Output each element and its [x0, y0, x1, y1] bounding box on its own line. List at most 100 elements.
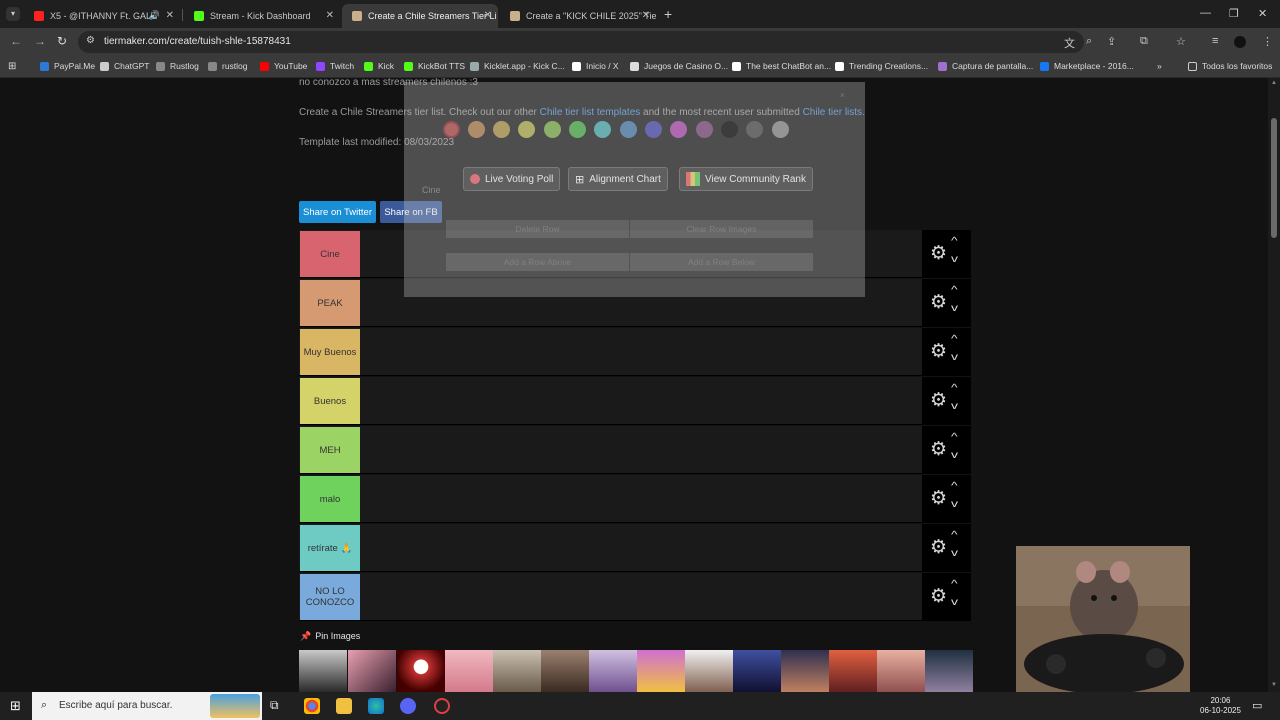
- bookmark-twitch[interactable]: Twitch: [316, 61, 354, 71]
- bookmarks-overflow-icon[interactable]: »: [1157, 61, 1162, 71]
- zoom-icon[interactable]: ⌕: [1086, 35, 1092, 48]
- apps-icon[interactable]: ⊞: [8, 61, 16, 72]
- chevron-down-icon[interactable]: v: [951, 450, 958, 461]
- row-name-textarea[interactable]: [444, 168, 842, 206]
- bookmark-chatbot[interactable]: The best ChatBot an...: [732, 61, 831, 71]
- color-swatch[interactable]: [645, 121, 662, 138]
- scrollbar-thumb[interactable]: [1271, 118, 1277, 238]
- bookmark-star-icon[interactable]: ☆: [1176, 35, 1186, 48]
- gear-icon[interactable]: ⚙: [930, 487, 947, 510]
- bookmark-trending[interactable]: Trending Creations...: [835, 61, 928, 71]
- close-icon[interactable]: ×: [840, 90, 845, 100]
- color-swatch[interactable]: [443, 121, 460, 138]
- translate-icon[interactable]: 文: [1064, 35, 1075, 51]
- chrome-icon[interactable]: [304, 698, 320, 714]
- bookmark-paypal[interactable]: PayPal.Me: [40, 61, 95, 71]
- color-swatch[interactable]: [696, 121, 713, 138]
- color-swatch[interactable]: [569, 121, 586, 138]
- new-tab-icon[interactable]: +: [664, 6, 672, 22]
- bookmark-chatgpt[interactable]: ChatGPT: [100, 61, 149, 71]
- bookmark-rustlog[interactable]: Rustlog: [156, 61, 199, 71]
- streamer-image[interactable]: [829, 650, 877, 692]
- system-clock[interactable]: 20:06 06-10-2025: [1200, 696, 1241, 716]
- streamer-image[interactable]: [348, 650, 396, 692]
- close-icon[interactable]: ✕: [326, 10, 334, 21]
- file-explorer-icon[interactable]: [336, 698, 352, 714]
- address-bar[interactable]: ⚙ tiermaker.com/create/tuish-shle-158784…: [78, 31, 1084, 53]
- streamer-image[interactable]: [685, 650, 733, 692]
- chevron-up-icon[interactable]: ^: [951, 285, 958, 296]
- taskbar-search[interactable]: ⌕ Escribe aquí para buscar.: [32, 692, 262, 720]
- pin-images-toggle[interactable]: 📌 Pin Images: [300, 631, 360, 642]
- forward-icon[interactable]: →: [34, 34, 46, 48]
- close-icon[interactable]: ✕: [642, 10, 650, 21]
- tier-label[interactable]: Buenos: [300, 378, 360, 424]
- close-window-icon[interactable]: ✕: [1258, 7, 1267, 20]
- bookmark-x[interactable]: Inicio / X: [572, 61, 619, 71]
- streamer-image[interactable]: [589, 650, 637, 692]
- speaker-icon[interactable]: 🔊: [149, 10, 160, 21]
- chevron-up-icon[interactable]: ^: [951, 530, 958, 541]
- chevron-up-icon[interactable]: ^: [951, 481, 958, 492]
- extensions-icon[interactable]: ⧉: [1140, 35, 1148, 48]
- all-bookmarks[interactable]: Todos los favoritos: [1188, 61, 1272, 71]
- gear-icon[interactable]: ⚙: [930, 389, 947, 412]
- chevron-up-icon[interactable]: ^: [951, 334, 958, 345]
- tab-tiermaker-create[interactable]: Create a Chile Streamers Tier Li ✕: [342, 4, 498, 28]
- chevron-down-icon[interactable]: v: [951, 548, 958, 559]
- streamer-image[interactable]: [733, 650, 781, 692]
- streamer-image[interactable]: [877, 650, 925, 692]
- add-row-below-button[interactable]: Add a Row Below: [630, 253, 813, 271]
- color-swatch[interactable]: [493, 121, 510, 138]
- chevron-up-icon[interactable]: ^: [951, 579, 958, 590]
- clear-row-images-button[interactable]: Clear Row Images: [630, 220, 813, 238]
- minimize-icon[interactable]: —: [1200, 7, 1211, 19]
- tab-tiermaker-kick[interactable]: Create a "KICK CHILE 2025" Tier ✕: [500, 4, 656, 28]
- color-swatch[interactable]: [518, 121, 535, 138]
- windows-start-icon[interactable]: ⊞: [10, 698, 21, 714]
- reading-list-icon[interactable]: ≡: [1212, 35, 1218, 47]
- tier-label[interactable]: Muy Buenos: [300, 329, 360, 375]
- color-swatch[interactable]: [746, 121, 763, 138]
- edge-icon[interactable]: [368, 698, 384, 714]
- scroll-down-icon[interactable]: ▼: [1271, 682, 1277, 688]
- streamer-image[interactable]: [925, 650, 973, 692]
- restore-icon[interactable]: ❐: [1229, 7, 1239, 20]
- bookmark-kicklet[interactable]: Kicklet.app - Kick C...: [470, 61, 565, 71]
- menu-icon[interactable]: ⋮: [1262, 35, 1273, 48]
- tier-label[interactable]: MEH: [300, 427, 360, 473]
- bookmark-captura[interactable]: Captura de pantalla...: [938, 61, 1033, 71]
- chevron-down-icon[interactable]: v: [951, 499, 958, 510]
- chevron-down-icon[interactable]: v: [951, 352, 958, 363]
- tier-label[interactable]: Cine: [300, 231, 360, 277]
- share-icon[interactable]: ⇪: [1107, 35, 1116, 48]
- color-swatch[interactable]: [594, 121, 611, 138]
- chevron-down-icon[interactable]: v: [951, 254, 958, 265]
- tab-search-icon[interactable]: ▾: [6, 7, 20, 21]
- close-icon[interactable]: ✕: [484, 10, 492, 21]
- color-swatch[interactable]: [721, 121, 738, 138]
- bookmark-rustlog-2[interactable]: rustlog: [208, 61, 248, 71]
- chevron-up-icon[interactable]: ^: [951, 432, 958, 443]
- tab-kick-dashboard[interactable]: Stream - Kick Dashboard ✕: [184, 4, 340, 28]
- app-icon[interactable]: [434, 698, 450, 714]
- bookmark-marketplace[interactable]: Marketplace - 2016...: [1040, 61, 1134, 71]
- tier-label[interactable]: NO LO CONOZCO: [300, 574, 360, 620]
- bookmark-kickbot[interactable]: KickBot TTS: [404, 61, 465, 71]
- bookmark-kick[interactable]: Kick: [364, 61, 394, 71]
- gear-icon[interactable]: ⚙: [930, 585, 947, 608]
- color-swatch[interactable]: [670, 121, 687, 138]
- gear-icon[interactable]: ⚙: [930, 291, 947, 314]
- tab-youtube[interactable]: X5 - @ITHANNY Ft. GALE 🔊 ✕: [24, 4, 180, 28]
- chevron-up-icon[interactable]: ^: [951, 236, 958, 247]
- site-info-icon[interactable]: ⚙: [86, 35, 95, 46]
- profile-avatar[interactable]: [1234, 36, 1246, 48]
- chevron-up-icon[interactable]: ^: [951, 383, 958, 394]
- scroll-up-icon[interactable]: ▲: [1271, 80, 1277, 86]
- chevron-down-icon[interactable]: v: [951, 597, 958, 608]
- tier-label[interactable]: retírate 🙏: [300, 525, 360, 571]
- add-row-above-button[interactable]: Add a Row Above: [446, 253, 629, 271]
- task-view-icon[interactable]: ⧉: [270, 698, 279, 713]
- streamer-image[interactable]: [445, 650, 493, 692]
- gear-icon[interactable]: ⚙: [930, 242, 947, 265]
